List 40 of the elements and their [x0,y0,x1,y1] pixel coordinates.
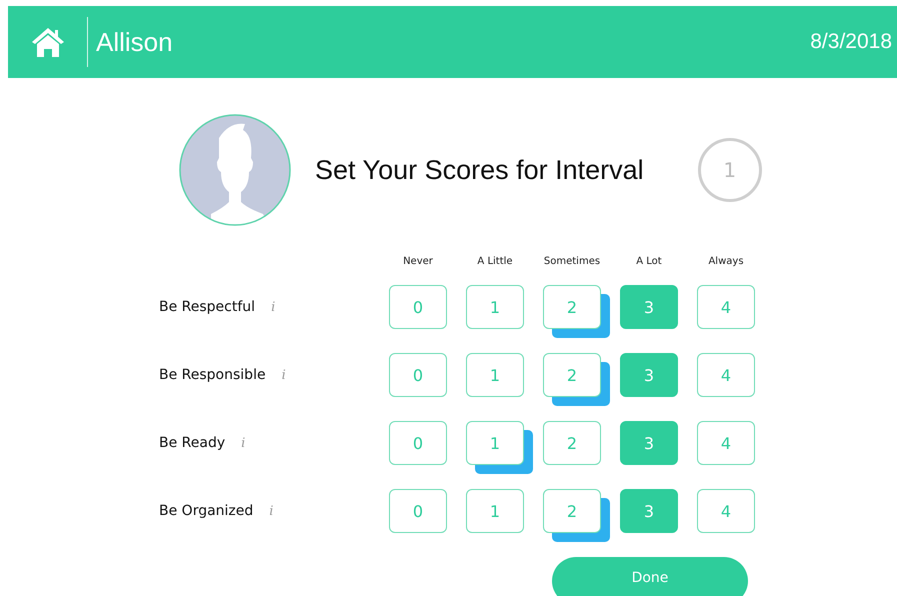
info-icon[interactable]: i [269,504,274,518]
behavior-label: Be Ready [159,435,226,451]
score-button[interactable]: 0 [389,285,447,329]
score-button[interactable]: 4 [697,285,755,329]
score-button[interactable]: 0 [389,421,447,465]
scale-label: A Little [477,256,513,267]
scale-label: Sometimes [544,256,600,267]
info-icon[interactable]: i [271,300,276,314]
score-button[interactable]: 0 [389,489,447,533]
scale-label: Never [403,256,433,267]
scale-label: A Lot [636,256,662,267]
score-button[interactable]: 2 [543,421,601,465]
score-button[interactable]: 1 [466,421,524,465]
score-button[interactable]: 4 [697,421,755,465]
behavior-label: Be Organized [159,503,254,519]
score-button[interactable]: 1 [466,285,524,329]
home-icon[interactable] [30,26,66,58]
score-button[interactable]: 3 [620,353,678,397]
score-button[interactable]: 3 [620,421,678,465]
score-button[interactable]: 2 [543,489,601,533]
score-button[interactable]: 1 [466,353,524,397]
done-button[interactable]: Done [552,557,748,596]
scale-label: Always [708,256,744,267]
score-button[interactable]: 2 [543,353,601,397]
score-button[interactable]: 2 [543,285,601,329]
score-button[interactable]: 3 [620,285,678,329]
interval-badge: 1 [698,138,762,202]
score-button[interactable]: 4 [697,489,755,533]
info-icon[interactable]: i [241,436,246,450]
avatar-icon [179,114,291,226]
score-button[interactable]: 4 [697,353,755,397]
info-icon[interactable]: i [282,368,286,382]
behavior-label: Be Responsible [159,367,266,383]
date-label: 8/3/2018 [810,30,892,54]
page-title: Set Your Scores for Interval [315,154,644,186]
score-button[interactable]: 3 [620,489,678,533]
score-button[interactable]: 0 [389,353,447,397]
student-name: Allison [96,26,173,58]
behavior-label: Be Respectful [159,299,256,315]
score-button[interactable]: 1 [466,489,524,533]
